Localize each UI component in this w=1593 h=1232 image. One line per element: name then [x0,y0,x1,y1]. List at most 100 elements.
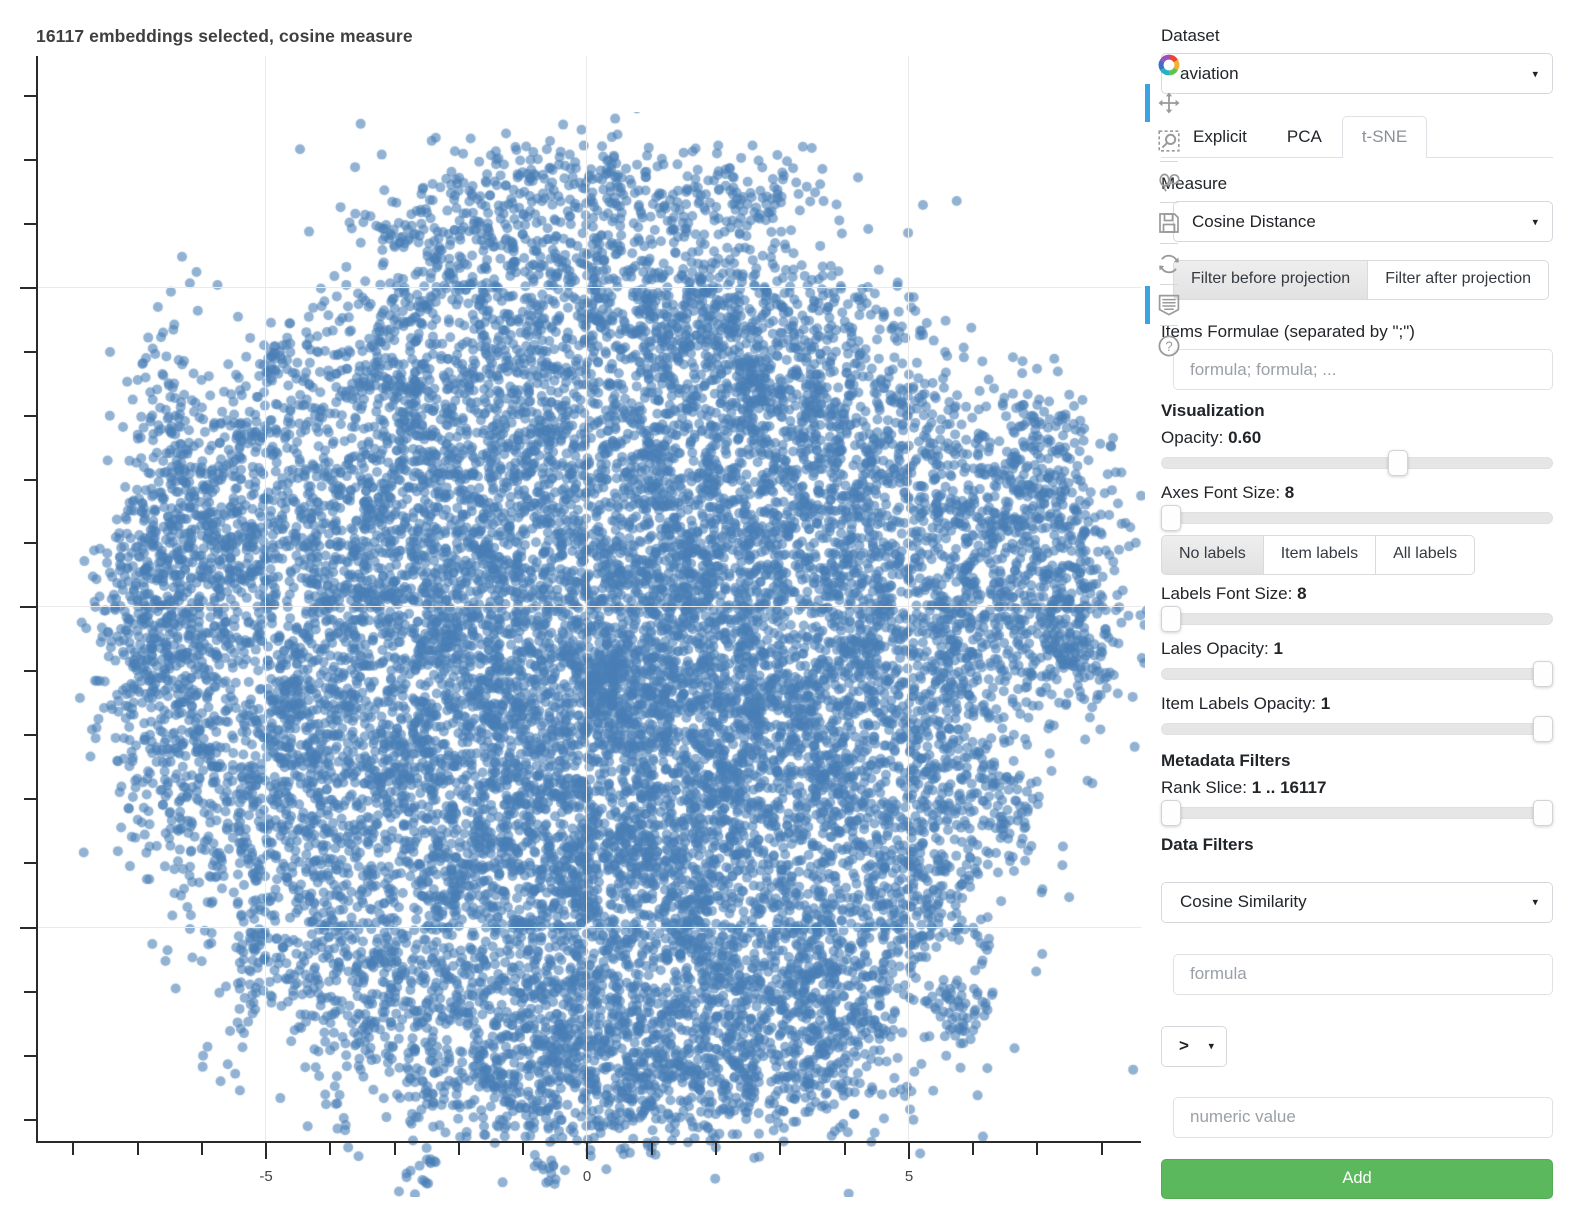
plotly-logo-icon[interactable] [1149,46,1189,84]
slider-handle[interactable] [1161,505,1181,532]
lasso-select-icon[interactable] [1149,163,1189,201]
items-formulae-input[interactable]: formula; formula; ... [1173,349,1553,391]
data-filter-operator-select[interactable]: > ▾ [1161,1025,1227,1067]
modebar-separator [1160,325,1178,326]
plot-area[interactable] [36,56,1177,1197]
page-title: 16117 embeddings selected, cosine measur… [36,26,413,46]
pan-icon[interactable] [1145,84,1189,122]
rank-slice-label-text: Rank Slice: [1161,777,1247,797]
tab-tsne[interactable]: t-SNE [1341,116,1428,158]
labels-font-size-value: 8 [1297,583,1307,603]
dataset-select[interactable]: aviation ▾ [1161,53,1553,95]
no-labels-button[interactable]: No labels [1161,535,1264,575]
opacity-label-text: Opacity: [1161,428,1224,448]
controls-sidebar: Dataset aviation ▾ Explicit PCA t-SNE Me… [1145,0,1593,1232]
measure-select-value: Cosine Distance [1192,211,1316,231]
x-tick-minor [779,1143,781,1155]
y-tick-minor [24,798,36,800]
x-tick-minor [844,1143,846,1155]
svg-text:?: ? [1165,339,1173,354]
download-plot-icon[interactable] [1149,204,1189,242]
lales-opacity-value: 1 [1273,638,1283,658]
chevron-down-icon: ▾ [1532,896,1538,909]
x-ticklabel: -5 [259,1168,273,1185]
filter-before-projection-button[interactable]: Filter before projection [1173,260,1369,300]
projection-tabs[interactable]: Explicit PCA t-SNE [1161,116,1553,158]
rank-slice-label: Rank Slice: 1 .. 16117 [1161,778,1553,798]
data-filter-field-select[interactable]: Cosine Similarity ▾ [1161,881,1553,923]
plotly-modebar[interactable]: ? [1145,46,1193,365]
all-labels-button[interactable]: All labels [1376,535,1476,575]
dataset-label: Dataset [1161,26,1220,45]
chevron-down-icon: ▾ [1532,68,1538,81]
slider-handle[interactable] [1388,450,1409,477]
slider-handle[interactable] [1533,715,1553,742]
x-tick-minor [715,1143,717,1155]
data-filter-value-input[interactable]: numeric value [1173,1096,1553,1138]
add-filter-button[interactable]: Add [1161,1158,1553,1199]
active-indicator [1145,286,1150,324]
item-labels-opacity-label: Item Labels Opacity: 1 [1161,694,1553,714]
x-ticklabel: 0 [582,1168,592,1185]
axes-font-size-label-text: Axes Font Size: [1161,483,1281,503]
modebar-separator [1160,243,1178,244]
x-tick-minor [972,1143,974,1155]
x-tick-minor [1036,1143,1038,1155]
gridline-x-5 [908,56,909,1142]
filter-after-projection-button[interactable]: Filter after projection [1368,260,1550,300]
opacity-slider[interactable] [1161,450,1553,477]
x-tick-minor [137,1143,139,1155]
gridline-y-0 [36,606,1141,607]
slider-handle[interactable] [1161,605,1181,632]
item-labels-opacity-slider[interactable] [1161,715,1553,742]
labels-font-size-slider[interactable] [1161,605,1553,632]
y-tick-minor [24,351,36,353]
y-tick-minor [24,1119,36,1121]
chevron-down-icon: ▾ [1532,216,1538,229]
x-tick-minor [1101,1143,1103,1155]
measure-select[interactable]: Cosine Distance ▾ [1173,201,1553,243]
metadata-filters-section-title: Metadata Filters [1161,750,1291,770]
item-labels-opacity-value: 1 [1320,693,1331,713]
slider-handle-min[interactable] [1161,799,1181,826]
slider-track [1161,722,1553,735]
toggle-spike-lines-icon[interactable] [1145,286,1189,324]
lales-opacity-slider[interactable] [1161,660,1553,687]
label-mode-group[interactable]: No labels Item labels All labels [1161,535,1553,575]
gridline-x--5 [265,56,266,1142]
help-icon[interactable]: ? [1149,327,1189,365]
zoom-select-icon[interactable] [1149,122,1189,160]
data-filters-section-title: Data Filters [1161,834,1254,854]
slider-track [1161,457,1553,470]
chevron-down-icon: ▾ [1208,1040,1214,1053]
active-indicator [1145,84,1150,122]
y-tick-minor [24,670,36,672]
y-tick-0 [20,606,36,608]
y-tick-minor [24,95,36,97]
scatter-canvas[interactable] [73,112,1177,1197]
item-labels-button[interactable]: Item labels [1263,535,1377,575]
scatter-plot-pane: 16117 embeddings selected, cosine measur… [0,0,1180,1232]
slider-track [1161,512,1553,525]
y-tick-minor [24,415,36,417]
measure-label: Measure [1161,173,1228,193]
embedding-explorer-app: 16117 embeddings selected, cosine measur… [0,0,1593,1232]
slider-track [1161,667,1553,680]
tab-pca[interactable]: PCA [1267,116,1342,158]
slider-handle-max[interactable] [1533,799,1553,826]
slider-handle[interactable] [1533,660,1553,687]
y-axis-line [36,56,38,1142]
axes-font-size-slider[interactable] [1161,505,1553,532]
reset-axes-icon[interactable] [1149,245,1189,283]
filter-stage-group[interactable]: Filter before projection Filter after pr… [1173,260,1553,300]
x-tick-minor [458,1143,460,1155]
item-labels-opacity-label-text: Item Labels Opacity: [1161,693,1316,713]
data-filter-formula-input[interactable]: formula [1173,953,1553,995]
rank-slice-value: 1 .. 16117 [1251,777,1327,797]
visualization-section-title: Visualization [1161,401,1265,421]
rank-slice-slider[interactable] [1161,799,1553,826]
slider-track [1161,806,1553,819]
y-tick--5 [20,927,36,929]
y-tick-minor [24,223,36,225]
modebar-separator [1160,161,1178,162]
